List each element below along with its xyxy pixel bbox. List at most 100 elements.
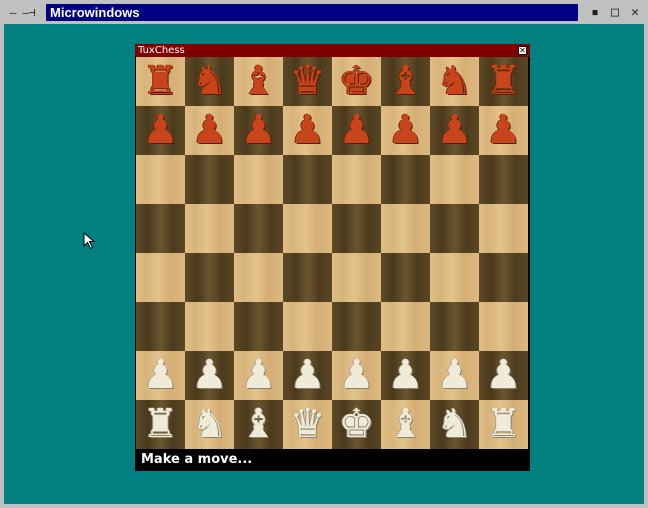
- white-piece-icon[interactable]: ♚: [339, 400, 375, 449]
- square-e3[interactable]: [332, 302, 381, 351]
- square-b4[interactable]: [185, 253, 234, 302]
- square-d2[interactable]: ♟: [283, 351, 332, 400]
- square-e2[interactable]: ♟: [332, 351, 381, 400]
- black-piece-icon[interactable]: ♟: [486, 106, 522, 155]
- pin-icon[interactable]: —⊣: [22, 5, 36, 19]
- white-piece-icon[interactable]: ♜: [486, 400, 522, 449]
- white-piece-icon[interactable]: ♜: [143, 400, 179, 449]
- white-piece-icon[interactable]: ♟: [339, 351, 375, 400]
- white-piece-icon[interactable]: ♟: [290, 351, 326, 400]
- square-a6[interactable]: [136, 155, 185, 204]
- black-piece-icon[interactable]: ♟: [143, 106, 179, 155]
- black-piece-icon[interactable]: ♟: [437, 106, 473, 155]
- maximize-icon[interactable]: □: [608, 5, 622, 20]
- black-piece-icon[interactable]: ♞: [192, 57, 228, 106]
- black-piece-icon[interactable]: ♟: [388, 106, 424, 155]
- square-f5[interactable]: [381, 204, 430, 253]
- white-piece-icon[interactable]: ♞: [437, 400, 473, 449]
- black-piece-icon[interactable]: ♟: [241, 106, 277, 155]
- square-b2[interactable]: ♟: [185, 351, 234, 400]
- square-a5[interactable]: [136, 204, 185, 253]
- square-h4[interactable]: [479, 253, 528, 302]
- white-piece-icon[interactable]: ♞: [192, 400, 228, 449]
- square-c7[interactable]: ♟: [234, 106, 283, 155]
- close-icon[interactable]: ✕: [628, 5, 642, 20]
- square-c4[interactable]: [234, 253, 283, 302]
- square-g5[interactable]: [430, 204, 479, 253]
- white-piece-icon[interactable]: ♟: [143, 351, 179, 400]
- square-f2[interactable]: ♟: [381, 351, 430, 400]
- square-c5[interactable]: [234, 204, 283, 253]
- square-h3[interactable]: [479, 302, 528, 351]
- menu-dash-icon[interactable]: —: [6, 5, 20, 19]
- square-f1[interactable]: ♝: [381, 400, 430, 449]
- square-b1[interactable]: ♞: [185, 400, 234, 449]
- tuxchess-titlebar[interactable]: TuxChess ✕: [135, 44, 530, 57]
- square-h1[interactable]: ♜: [479, 400, 528, 449]
- square-g2[interactable]: ♟: [430, 351, 479, 400]
- white-piece-icon[interactable]: ♟: [437, 351, 473, 400]
- black-piece-icon[interactable]: ♞: [437, 57, 473, 106]
- square-e6[interactable]: [332, 155, 381, 204]
- black-piece-icon[interactable]: ♟: [192, 106, 228, 155]
- square-a1[interactable]: ♜: [136, 400, 185, 449]
- square-c6[interactable]: [234, 155, 283, 204]
- white-piece-icon[interactable]: ♟: [486, 351, 522, 400]
- square-b8[interactable]: ♞: [185, 57, 234, 106]
- square-g8[interactable]: ♞: [430, 57, 479, 106]
- square-d7[interactable]: ♟: [283, 106, 332, 155]
- tuxchess-close-icon[interactable]: ✕: [518, 46, 527, 55]
- square-b5[interactable]: [185, 204, 234, 253]
- black-piece-icon[interactable]: ♝: [241, 57, 277, 106]
- square-g1[interactable]: ♞: [430, 400, 479, 449]
- square-h6[interactable]: [479, 155, 528, 204]
- square-g3[interactable]: [430, 302, 479, 351]
- square-b3[interactable]: [185, 302, 234, 351]
- black-piece-icon[interactable]: ♛: [290, 57, 326, 106]
- square-a2[interactable]: ♟: [136, 351, 185, 400]
- square-f7[interactable]: ♟: [381, 106, 430, 155]
- square-e7[interactable]: ♟: [332, 106, 381, 155]
- square-a7[interactable]: ♟: [136, 106, 185, 155]
- square-g4[interactable]: [430, 253, 479, 302]
- square-b7[interactable]: ♟: [185, 106, 234, 155]
- square-a3[interactable]: [136, 302, 185, 351]
- window-title-bar[interactable]: Microwindows: [46, 4, 578, 21]
- square-d4[interactable]: [283, 253, 332, 302]
- window-titlebar[interactable]: — —⊣ Microwindows ▪ □ ✕: [0, 0, 648, 24]
- square-f6[interactable]: [381, 155, 430, 204]
- square-c2[interactable]: ♟: [234, 351, 283, 400]
- white-piece-icon[interactable]: ♝: [241, 400, 277, 449]
- square-b6[interactable]: [185, 155, 234, 204]
- black-piece-icon[interactable]: ♜: [486, 57, 522, 106]
- black-piece-icon[interactable]: ♜: [143, 57, 179, 106]
- square-h8[interactable]: ♜: [479, 57, 528, 106]
- square-d8[interactable]: ♛: [283, 57, 332, 106]
- minimize-icon[interactable]: ▪: [588, 5, 602, 20]
- black-piece-icon[interactable]: ♚: [339, 57, 375, 106]
- square-h2[interactable]: ♟: [479, 351, 528, 400]
- square-a4[interactable]: [136, 253, 185, 302]
- white-piece-icon[interactable]: ♟: [192, 351, 228, 400]
- black-piece-icon[interactable]: ♝: [388, 57, 424, 106]
- square-e8[interactable]: ♚: [332, 57, 381, 106]
- white-piece-icon[interactable]: ♛: [290, 400, 326, 449]
- square-g6[interactable]: [430, 155, 479, 204]
- square-d1[interactable]: ♛: [283, 400, 332, 449]
- square-h5[interactable]: [479, 204, 528, 253]
- square-d3[interactable]: [283, 302, 332, 351]
- white-piece-icon[interactable]: ♝: [388, 400, 424, 449]
- square-g7[interactable]: ♟: [430, 106, 479, 155]
- square-c1[interactable]: ♝: [234, 400, 283, 449]
- black-piece-icon[interactable]: ♟: [339, 106, 375, 155]
- square-c8[interactable]: ♝: [234, 57, 283, 106]
- white-piece-icon[interactable]: ♟: [388, 351, 424, 400]
- square-c3[interactable]: [234, 302, 283, 351]
- black-piece-icon[interactable]: ♟: [290, 106, 326, 155]
- square-e5[interactable]: [332, 204, 381, 253]
- square-f8[interactable]: ♝: [381, 57, 430, 106]
- white-piece-icon[interactable]: ♟: [241, 351, 277, 400]
- square-e1[interactable]: ♚: [332, 400, 381, 449]
- chess-board[interactable]: ♜ ♞ ♝ ♛ ♚ ♝ ♞ ♜ ♟ ♟ ♟ ♟ ♟ ♟ ♟ ♟ ♟ ♟ ♟ ♟ ♟ ♟ ♟ ♟ ♜ ♞ ♝ ♛ ♚ ♝ ♞ ♜: [136, 57, 528, 449]
- square-a8[interactable]: ♜: [136, 57, 185, 106]
